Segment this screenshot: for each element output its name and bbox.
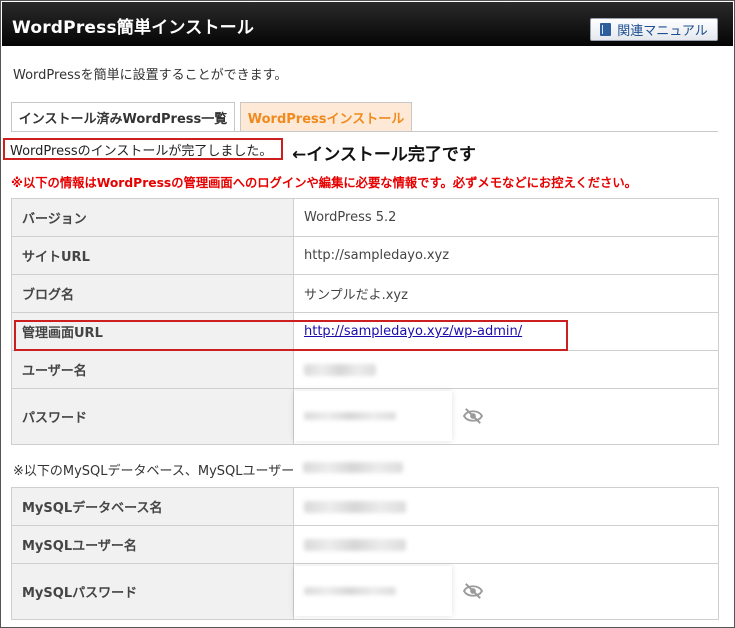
blurred-db-name [304,500,406,513]
table-row: サイトURL http://sampledayo.xyz [11,236,719,275]
mysql-note: ※以下のMySQLデータベース、MySQLユーザー [13,464,295,479]
table-row: ブログ名 サンプルだよ.xyz [11,274,719,313]
version-label: バージョン [11,198,294,237]
table-row: MySQLデータベース名 [11,487,719,526]
mysql-password-field[interactable] [294,566,452,616]
blurred-mysql-password [304,587,396,595]
install-complete-text: WordPressのインストールが完了しました。 [10,143,273,159]
password-label: パスワード [11,388,294,445]
tab-wordpress-install[interactable]: WordPressインストール [240,102,412,131]
username-label: ユーザー名 [11,350,294,389]
blurred-username [304,363,376,376]
manual-button[interactable]: 関連マニュアル [590,18,718,41]
table-row: バージョン WordPress 5.2 [11,198,719,237]
blurred-text [303,462,403,473]
page-description: WordPressを簡単に設置することができます。 [13,68,288,83]
username-value [293,350,719,389]
install-panel: WordPress簡単インストール 関連マニュアル WordPressを簡単に設… [0,0,735,628]
table-row: MySQLユーザー名 [11,525,719,564]
tab-divider [11,131,718,132]
blurred-mysql-user [304,538,406,551]
version-value: WordPress 5.2 [293,198,719,237]
site-url-value: http://sampledayo.xyz [293,236,719,275]
complete-annotation: ←インストール完了です [292,145,476,165]
blog-name-label: ブログ名 [11,274,294,313]
panel-header: WordPress簡単インストール 関連マニュアル [2,2,733,46]
book-icon [600,23,612,36]
eye-slash-icon[interactable] [462,407,484,425]
install-complete-message: WordPressのインストールが完了しました。 [3,138,283,160]
mysql-password-label: MySQLパスワード [11,563,294,620]
mysql-password-value [293,563,719,620]
table-row: パスワード [11,388,719,445]
manual-button-label: 関連マニュアル [617,24,708,39]
table-row: ユーザー名 [11,350,719,389]
table-row: MySQLパスワード [11,563,719,620]
eye-slash-icon[interactable] [462,582,484,600]
mysql-user-label: MySQLユーザー名 [11,525,294,564]
tab-installed-list[interactable]: インストール済みWordPress一覧 [11,102,235,131]
mysql-user-value [293,525,719,564]
password-value [293,388,719,445]
mysql-db-name-label: MySQLデータベース名 [11,487,294,526]
password-field[interactable] [294,391,452,441]
mysql-db-name-value [293,487,719,526]
site-url-label: サイトURL [11,236,294,275]
blurred-note-tail [303,457,408,475]
page-title: WordPress簡単インストール [12,18,255,38]
blurred-password [304,412,396,420]
warning-text: ※以下の情報はWordPressの管理画面へのログインや編集に必要な情報です。必… [11,176,637,190]
mysql-info-table: MySQLデータベース名 MySQLユーザー名 MySQLパスワード [11,487,719,620]
blog-name-value: サンプルだよ.xyz [293,274,719,313]
admin-url-highlight [14,320,568,351]
